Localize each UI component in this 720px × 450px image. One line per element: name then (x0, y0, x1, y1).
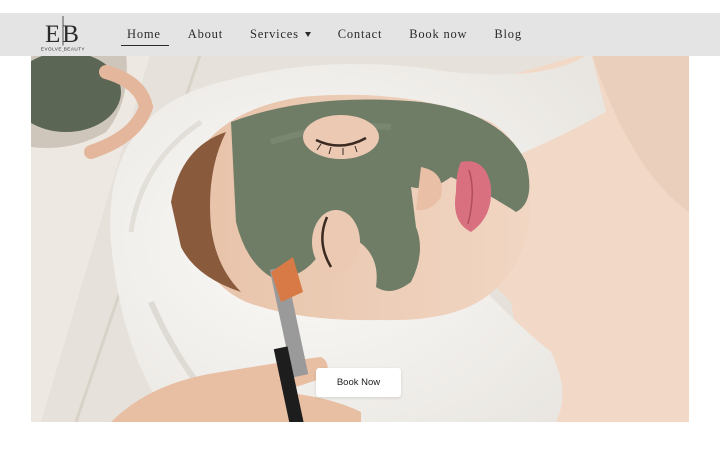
nav-about-label: About (187, 27, 223, 41)
nav-blog-label: Blog (494, 27, 522, 41)
nav-home[interactable]: Home (121, 27, 169, 46)
nav-services-label: Services (250, 27, 299, 41)
logo-subtitle: EVOLVE BEAUTY (41, 47, 85, 52)
nav-home-label: Home (127, 27, 161, 41)
nav-book-now-label: Book now (409, 27, 468, 41)
site-header: EB EVOLVE BEAUTY Home About Services Con… (0, 13, 720, 56)
nav-services[interactable]: Services (250, 27, 311, 42)
chevron-down-icon (304, 32, 311, 37)
nav-book-now[interactable]: Book now (409, 27, 467, 42)
facial-mask-photo (31, 52, 689, 422)
logo-letters: EB (45, 21, 81, 48)
nav-contact[interactable]: Contact (338, 27, 382, 42)
main-nav: Home About Services Contact Book now Blo… (121, 13, 549, 56)
nav-about[interactable]: About (188, 27, 223, 42)
brand-logo[interactable]: EB EVOLVE BEAUTY (37, 15, 89, 53)
nav-blog[interactable]: Blog (494, 27, 522, 42)
logo-mark-icon: EB EVOLVE BEAUTY (41, 16, 85, 52)
nav-contact-label: Contact (337, 27, 383, 41)
hero-banner (31, 52, 689, 422)
book-now-button[interactable]: Book Now (316, 368, 401, 397)
